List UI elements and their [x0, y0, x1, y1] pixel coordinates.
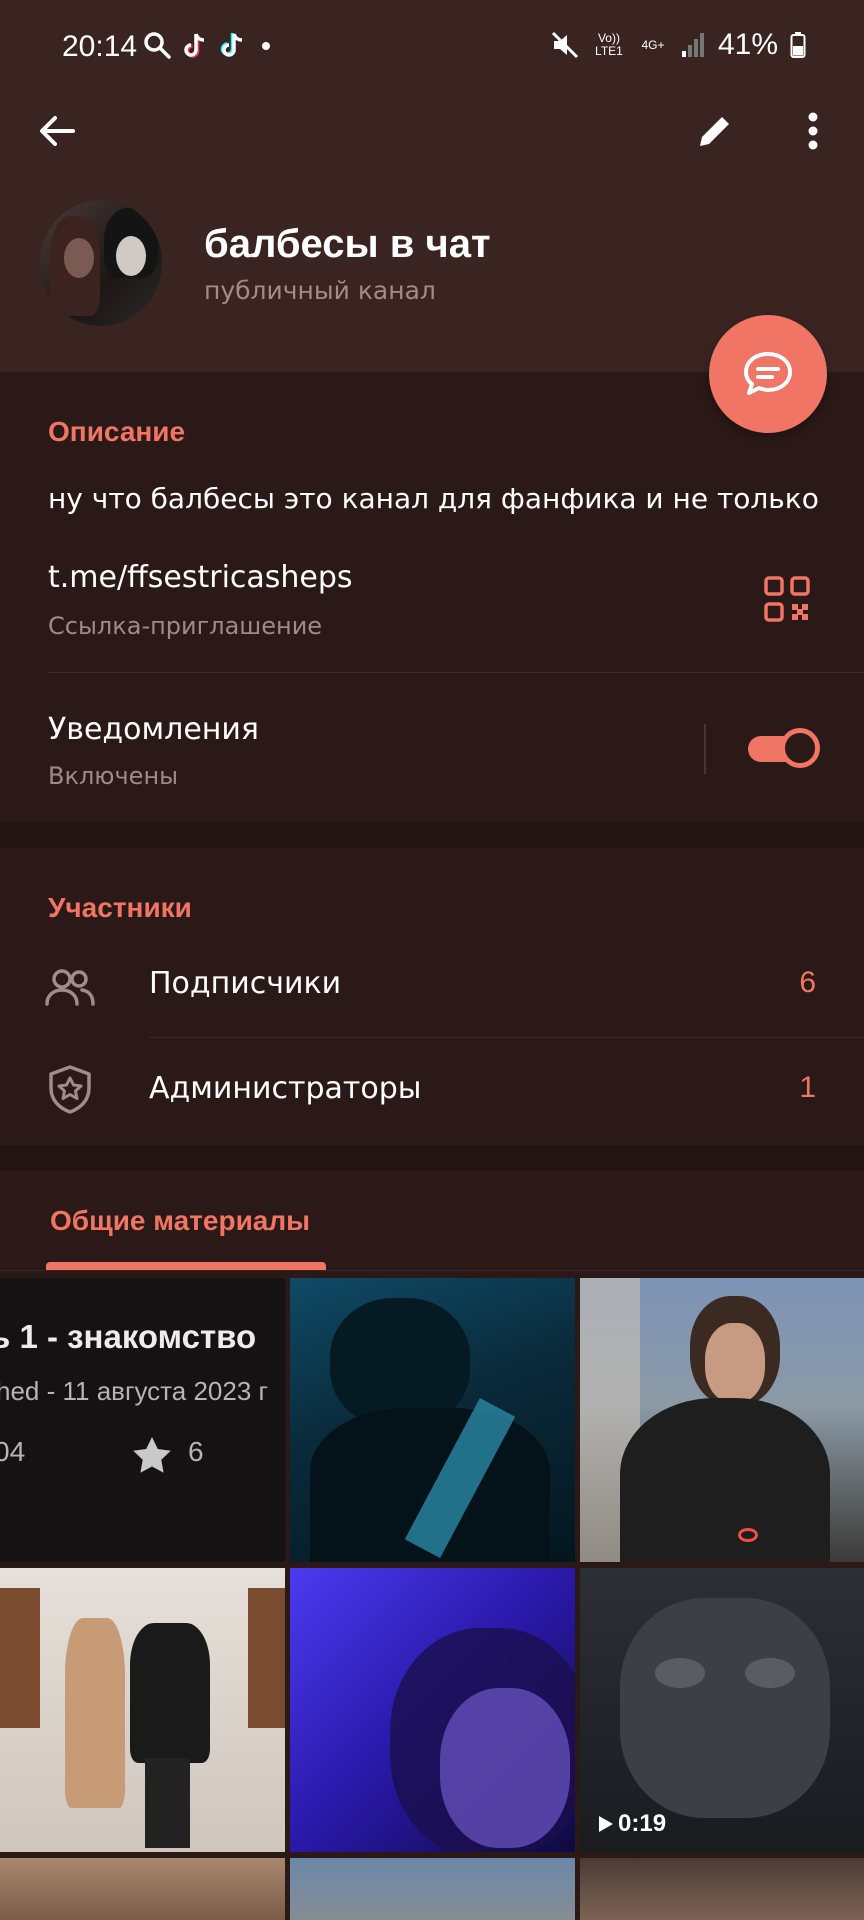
media-item[interactable]: [580, 1278, 864, 1562]
shield-star-icon: [49, 1065, 91, 1114]
play-icon: [599, 1816, 613, 1832]
divider: [48, 672, 864, 673]
media-item[interactable]: [290, 1278, 575, 1562]
media-item[interactable]: [0, 1858, 285, 1920]
notifications-state: Включены: [48, 762, 179, 790]
media-card-stars: 6: [188, 1436, 204, 1467]
status-notification-icons: [142, 30, 276, 60]
battery-icon: [790, 32, 806, 58]
tiktok-icon: [184, 33, 205, 58]
invite-link[interactable]: t.me/ffsestricasheps: [48, 560, 353, 595]
video-duration: 0:19: [598, 1810, 666, 1838]
qr-code-button[interactable]: [762, 574, 812, 624]
section-separator: [0, 1145, 864, 1171]
administrators-label: Администраторы: [149, 1071, 422, 1106]
edit-button[interactable]: [688, 104, 742, 158]
star-icon: [133, 1437, 171, 1473]
pencil-icon: [700, 114, 732, 146]
qr-code-icon: [764, 576, 810, 622]
more-vertical-icon: [808, 112, 818, 150]
more-options-button[interactable]: [786, 104, 840, 158]
members-header: Участники: [48, 892, 192, 923]
back-button[interactable]: [30, 104, 84, 158]
media-item[interactable]: 0:19: [580, 1568, 864, 1852]
notifications-label: Уведомления: [48, 712, 259, 747]
description-header: Описание: [48, 416, 186, 447]
status-bar: 20:14 Vo)) LTE1 4G+ 41%: [0, 0, 864, 100]
channel-subtitle: публичный канал: [204, 276, 436, 305]
administrators-count: 1: [799, 1071, 816, 1104]
media-item[interactable]: [580, 1858, 864, 1920]
media-item[interactable]: ь 1 - знакомство hed - 11 августа 2023 г…: [0, 1278, 285, 1562]
search-icon: [144, 32, 171, 59]
divider: [0, 1270, 864, 1271]
channel-title: балбесы в чат: [204, 222, 491, 266]
subscribers-row[interactable]: Подписчики 6: [0, 940, 864, 1030]
battery-percent: 41%: [717, 28, 778, 61]
tiktok-icon: [220, 33, 243, 57]
divider-vertical: [704, 724, 706, 774]
media-item[interactable]: [290, 1858, 575, 1920]
mute-icon: [551, 31, 579, 59]
section-separator: [0, 822, 864, 848]
description-text: ну что балбесы это канал для фанфика и н…: [48, 482, 819, 515]
status-system-icons: Vo)) LTE1 4G+ 41%: [550, 28, 806, 62]
arrow-left-icon: [40, 116, 75, 146]
media-grid: ь 1 - знакомство hed - 11 августа 2023 г…: [0, 1276, 864, 1920]
people-icon: [45, 969, 95, 1006]
status-time: 20:14: [62, 30, 138, 63]
media-card-title: ь 1 - знакомство: [0, 1318, 257, 1355]
invite-link-caption: Ссылка-приглашение: [48, 612, 323, 640]
subscribers-count: 6: [799, 966, 816, 999]
divider: [149, 1037, 864, 1038]
dot-icon: [262, 42, 270, 50]
tab-indicator: [46, 1262, 326, 1270]
subscribers-label: Подписчики: [149, 966, 342, 1001]
signal-icon: [681, 33, 704, 57]
network-label: 4G+: [641, 37, 665, 52]
channel-avatar[interactable]: [40, 200, 162, 326]
chat-bubble-icon: [744, 352, 792, 395]
media-item[interactable]: [290, 1568, 575, 1852]
media-card-date: hed - 11 августа 2023 г: [0, 1376, 269, 1406]
tab-shared-media[interactable]: Общие материалы: [50, 1205, 310, 1237]
administrators-row[interactable]: Администраторы 1: [0, 1045, 864, 1135]
media-card-views: 04: [0, 1436, 26, 1467]
notifications-toggle[interactable]: [748, 728, 820, 768]
media-item[interactable]: [0, 1568, 285, 1852]
volte-label: Vo)) LTE1: [595, 31, 623, 58]
open-chat-button[interactable]: [709, 315, 827, 433]
